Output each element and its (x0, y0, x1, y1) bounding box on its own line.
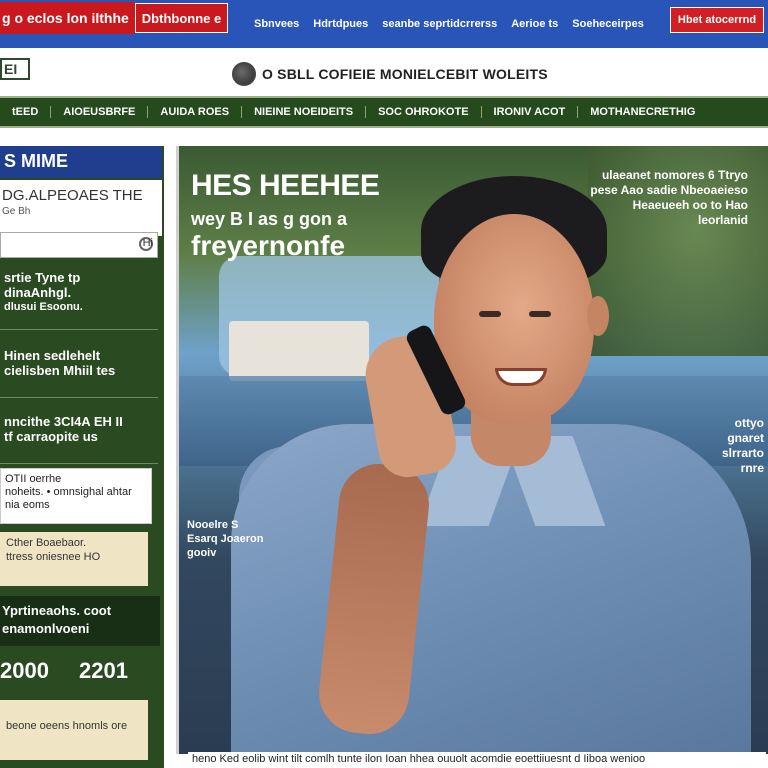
sidebar-item-3-line1: nncithe 3CI4A EH II (4, 414, 123, 429)
section-nav-item-5[interactable]: SOC OHROKOTE (366, 106, 482, 118)
sidebar-stat-2: 2201 (79, 658, 128, 683)
ear (587, 296, 609, 336)
sidebar-item-2[interactable]: Hinen sedlehelt cielisben Mhiil tes (0, 342, 158, 398)
section-nav-item-6[interactable]: IRONIV ACOT (482, 106, 579, 118)
section-nav-item-1[interactable]: tEED (0, 106, 52, 118)
sidebar-header: S MIME (0, 146, 162, 178)
top-nav-item-5[interactable]: Soeheceirpes (572, 18, 644, 30)
sidebar-item-2-line2: cielisben Mhiil tes (4, 363, 116, 378)
hero-caption: heno Ked eolib wint tilt comlh tunte ilo… (188, 752, 766, 768)
hero-side-text: ulaeanet nomores 6 Ttryo pese Aao sadie … (590, 168, 748, 227)
section-nav-item-4[interactable]: NIEINE NOEIDEITS (242, 106, 367, 118)
hero-subtitle-1: wey B I as g gon a (191, 209, 348, 229)
sidebar-promo-sub: Ge Bh (2, 206, 31, 217)
sidebar-promo-title: DG.ALPEOAES THE (2, 187, 143, 204)
top-bar: g o eclos lon ilthhe Dbthbonne e Sbnvees… (0, 0, 768, 48)
sidebar-item-3-line2: tf carraopite us (4, 429, 98, 444)
sidebar-item-3[interactable]: nncithe 3CI4A EH II tf carraopite us (0, 408, 158, 464)
hero-image[interactable]: HES HEEHEE wey B I as g gon a freyernonf… (176, 146, 768, 754)
top-nav: Sbnvees Hdrtdpues seanbe seprtidcrrerss … (254, 18, 644, 30)
brand-right: Dbthbonne e (134, 3, 229, 33)
masthead: EI O SBLL COFIEIE MONIELCEBIT WOLEITS (0, 48, 768, 94)
cta-button[interactable]: Hbet atocerrnd (670, 7, 764, 33)
top-nav-item-1[interactable]: Sbnvees (254, 18, 299, 30)
sidebar-promo[interactable]: DG.ALPEOAES THE Ge Bh (0, 180, 162, 236)
sidebar-item-1[interactable]: srtie Tyne tp dinaAnhgl. dlusui Esoonu. (0, 264, 158, 330)
site-logo[interactable]: EI (0, 58, 30, 80)
sidebar: S MIME DG.ALPEOAES THE Ge Bh Hi srtie Ty… (0, 146, 164, 768)
section-nav-item-3[interactable]: AUIDA ROES (148, 106, 243, 118)
top-nav-item-3[interactable]: seanbe seprtidcrrerss (382, 18, 497, 30)
globe-icon (232, 62, 256, 86)
sidebar-item-2-line1: Hinen sedlehelt (4, 348, 101, 363)
search-hint: Hi (142, 237, 153, 249)
eye-right (529, 311, 551, 317)
sidebar-info-line2: noheits. • omnsighal ahtar (5, 486, 132, 498)
hero-subtitle-2: freyernonfe (191, 230, 346, 261)
sidebar-info-box[interactable]: OTII oerrhe noheits. • omnsighal ahtar n… (0, 468, 152, 524)
sidebar-cream-box[interactable]: Cther Boaebaor. ttress oniesnee HO (0, 532, 148, 586)
sidebar-item-1-line2: dinaAnhgl. (4, 285, 72, 300)
section-nav-item-2[interactable]: AIOEUSBRFE (51, 106, 149, 118)
top-nav-item-2[interactable]: Hdrtdpues (313, 18, 368, 30)
sidebar-dark-box[interactable]: Yprtineaohs. coot enamonlvoeni (0, 596, 160, 646)
top-nav-item-4[interactable]: Aerioe ts (511, 18, 558, 30)
sidebar-cream-line1: Cther Boaebaor. (6, 537, 87, 549)
brand-left: g o eclos lon ilthhe (0, 2, 135, 34)
hero-right-note: ottyo gnaret slrrarto rnre (721, 416, 764, 475)
section-nav-item-7[interactable]: MOTHANECRETHIG (578, 106, 707, 118)
hero-left-note: Nooelre S Esarq Joaeron gooiv (187, 519, 264, 559)
sidebar-dark-line1: Yprtineaohs. coot (2, 603, 112, 618)
sidebar-search-input[interactable]: Hi (0, 232, 158, 258)
eye-left (479, 311, 501, 317)
sidebar-info-line1: OTII oerrhe (5, 473, 62, 485)
site-title[interactable]: O SBLL COFIEIE MONIELCEBIT WOLEITS (232, 62, 548, 86)
sidebar-stats: 2000 2201 (0, 648, 148, 696)
site-title-text: O SBLL COFIEIE MONIELCEBIT WOLEITS (262, 66, 548, 82)
brand-logo[interactable]: g o eclos lon ilthhe Dbthbonne e (0, 2, 229, 34)
sidebar-info-line3: nia eoms (5, 499, 50, 511)
hero-title[interactable]: HES HEEHEE (191, 170, 380, 202)
sidebar-item-1-line3: dlusui Esoonu. (4, 301, 83, 313)
sidebar-bottom-box[interactable]: beone oeens hnomls ore (0, 700, 148, 760)
sidebar-item-1-line1: srtie Tyne tp (4, 270, 81, 285)
sidebar-stat-1: 2000 (0, 658, 49, 683)
section-nav: tEED AIOEUSBRFE AUIDA ROES NIEINE NOEIDE… (0, 96, 768, 128)
sidebar-cream-line2: ttress oniesnee HO (6, 551, 101, 563)
sidebar-dark-line2: enamonlvoeni (2, 621, 90, 636)
